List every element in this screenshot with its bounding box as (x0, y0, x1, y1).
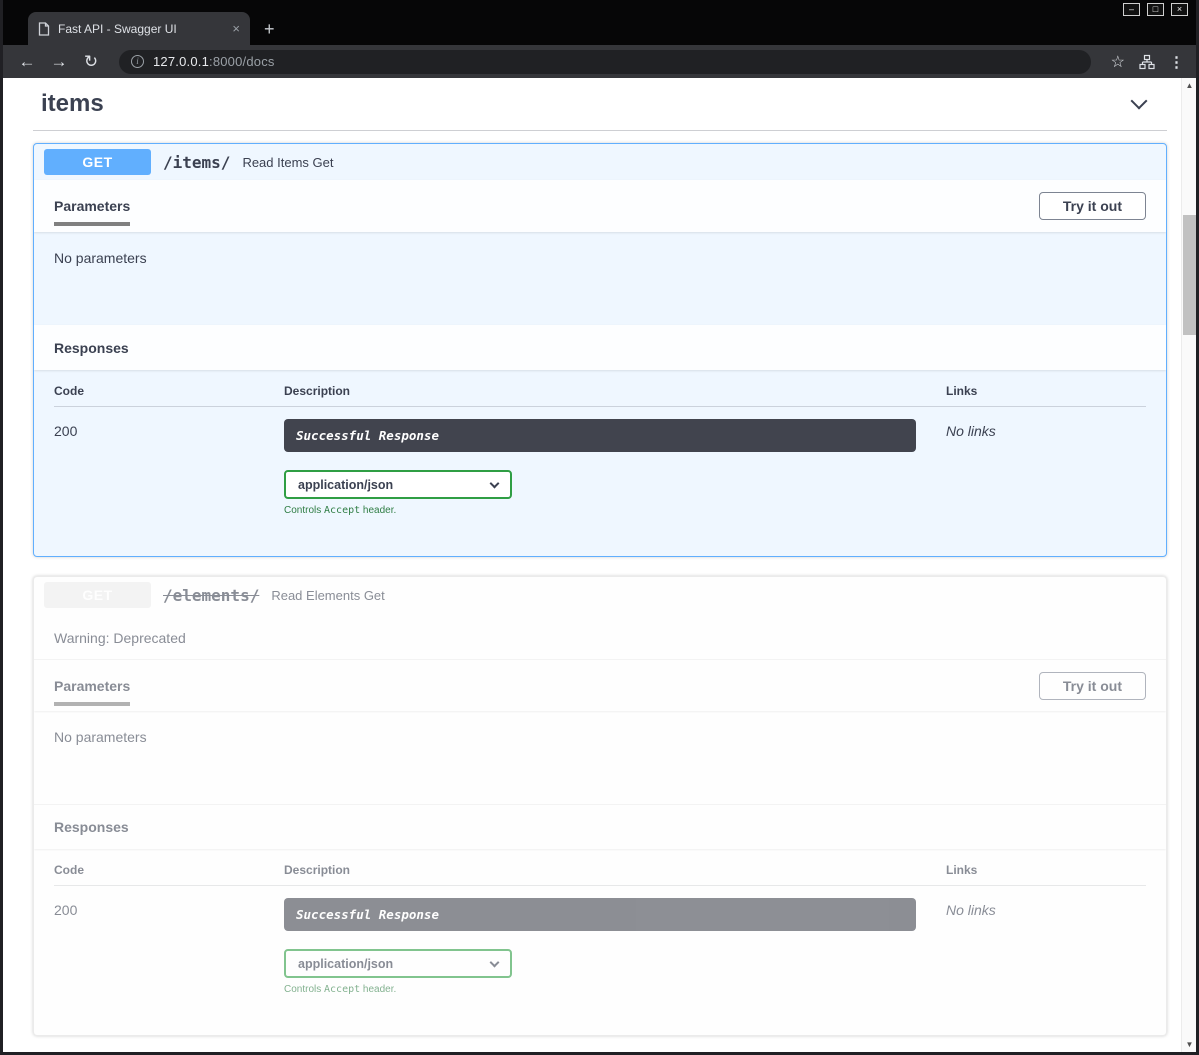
try-it-out-button[interactable]: Try it out (1039, 192, 1146, 220)
response-row: 200 Successful Response application/json… (54, 419, 1146, 516)
browser-tab[interactable]: Fast API - Swagger UI × (28, 12, 250, 45)
method-badge-get: GET (44, 149, 151, 175)
endpoint-summary: Read Items Get (242, 155, 333, 170)
method-badge-get: GET (44, 582, 151, 608)
links-column-header: Links (946, 384, 1146, 398)
reload-icon[interactable]: ↻ (79, 53, 103, 70)
responses-title: Responses (54, 819, 129, 835)
try-it-out-button[interactable]: Try it out (1039, 672, 1146, 700)
response-links: No links (946, 898, 1146, 995)
response-code: 200 (54, 419, 284, 516)
info-icon[interactable]: i (131, 55, 144, 68)
select-chevron-icon (490, 957, 500, 967)
links-column-header: Links (946, 863, 1146, 877)
media-type-select[interactable]: application/json (284, 949, 512, 978)
description-column-header: Description (284, 384, 946, 398)
window-controls: – □ × (1123, 3, 1188, 16)
scroll-down-icon[interactable]: ▼ (1182, 1037, 1196, 1052)
tab-title: Fast API - Swagger UI (58, 22, 224, 36)
browser-window: – □ × Fast API - Swagger UI × + ← → ↻ i … (0, 0, 1199, 1055)
parameters-body: No parameters (34, 711, 1166, 804)
description-column-header: Description (284, 863, 946, 877)
page-viewport: items GET /items/ Read Items Get Paramet… (3, 78, 1196, 1052)
minimize-button[interactable]: – (1123, 3, 1140, 16)
address-bar[interactable]: i 127.0.0.1:8000/docs (119, 50, 1091, 74)
endpoint-path: /items/ (163, 153, 230, 172)
new-tab-button[interactable]: + (264, 20, 275, 38)
toolbar-right: ☆ ⋮ (1107, 52, 1184, 72)
media-type-value: application/json (298, 957, 393, 971)
browser-menu-icon[interactable]: ⋮ (1169, 53, 1184, 71)
vertical-scrollbar[interactable]: ▲ ▼ (1181, 78, 1196, 1052)
close-button[interactable]: × (1171, 3, 1188, 16)
select-chevron-icon (490, 478, 500, 488)
response-description-cell: Successful Response application/json Con… (284, 898, 946, 995)
page-favicon-icon (38, 22, 50, 36)
url-text: 127.0.0.1:8000/docs (153, 54, 275, 69)
parameters-header: Parameters Try it out (34, 180, 1166, 232)
responses-header: Responses (34, 325, 1166, 370)
responses-table-head: Code Description Links (54, 863, 1146, 886)
response-description: Successful Response (284, 898, 916, 931)
collapse-chevron-icon[interactable] (1131, 93, 1148, 110)
tab-strip: Fast API - Swagger UI × + (3, 12, 1196, 45)
code-column-header: Code (54, 863, 284, 877)
bookmark-star-icon[interactable]: ☆ (1111, 52, 1125, 72)
endpoint-path: /elements/ (163, 586, 259, 605)
parameters-header: Parameters Try it out (34, 659, 1166, 711)
endpoint-summary: Read Elements Get (271, 588, 384, 603)
code-column-header: Code (54, 384, 284, 398)
scrollbar-thumb[interactable] (1183, 215, 1196, 335)
forward-icon[interactable]: → (47, 53, 71, 70)
opblock-summary-elements[interactable]: GET /elements/ Read Elements Get (34, 577, 1166, 613)
media-type-value: application/json (298, 478, 393, 492)
accept-header-note: Controls Accept header. (284, 505, 946, 516)
tag-title: items (41, 90, 104, 118)
no-parameters-text: No parameters (54, 250, 147, 266)
no-parameters-text: No parameters (54, 729, 147, 745)
response-description: Successful Response (284, 419, 916, 452)
response-code: 200 (54, 898, 284, 995)
deprecated-warning: Warning: Deprecated (34, 613, 1166, 659)
parameters-tab[interactable]: Parameters (54, 678, 130, 694)
response-description-cell: Successful Response application/json Con… (284, 419, 946, 516)
responses-body: Code Description Links 200 Successful Re… (34, 370, 1166, 556)
tab-close-icon[interactable]: × (232, 22, 240, 35)
responses-title: Responses (54, 340, 129, 356)
scroll-up-icon[interactable]: ▲ (1182, 78, 1196, 93)
opblock-get-items: GET /items/ Read Items Get Parameters Tr… (33, 143, 1167, 557)
response-row: 200 Successful Response application/json… (54, 898, 1146, 995)
opblock-get-elements-deprecated: GET /elements/ Read Elements Get Warning… (33, 576, 1167, 1036)
tag-section-header-items[interactable]: items (33, 88, 1167, 131)
responses-table-head: Code Description Links (54, 384, 1146, 407)
swagger-content: items GET /items/ Read Items Get Paramet… (33, 78, 1167, 1036)
responses-header: Responses (34, 804, 1166, 849)
accept-header-note: Controls Accept header. (284, 984, 946, 995)
browser-toolbar: ← → ↻ i 127.0.0.1:8000/docs ☆ ⋮ (3, 45, 1196, 78)
parameters-body: No parameters (34, 232, 1166, 325)
response-links: No links (946, 419, 1146, 516)
media-type-select[interactable]: application/json (284, 470, 512, 499)
maximize-button[interactable]: □ (1147, 3, 1164, 16)
responses-body: Code Description Links 200 Successful Re… (34, 849, 1166, 1035)
back-icon[interactable]: ← (15, 53, 39, 70)
parameters-tab[interactable]: Parameters (54, 198, 130, 214)
opblock-summary-items[interactable]: GET /items/ Read Items Get (34, 144, 1166, 180)
tab-groups-icon[interactable] (1139, 54, 1155, 70)
titlebar: – □ × (3, 0, 1196, 12)
